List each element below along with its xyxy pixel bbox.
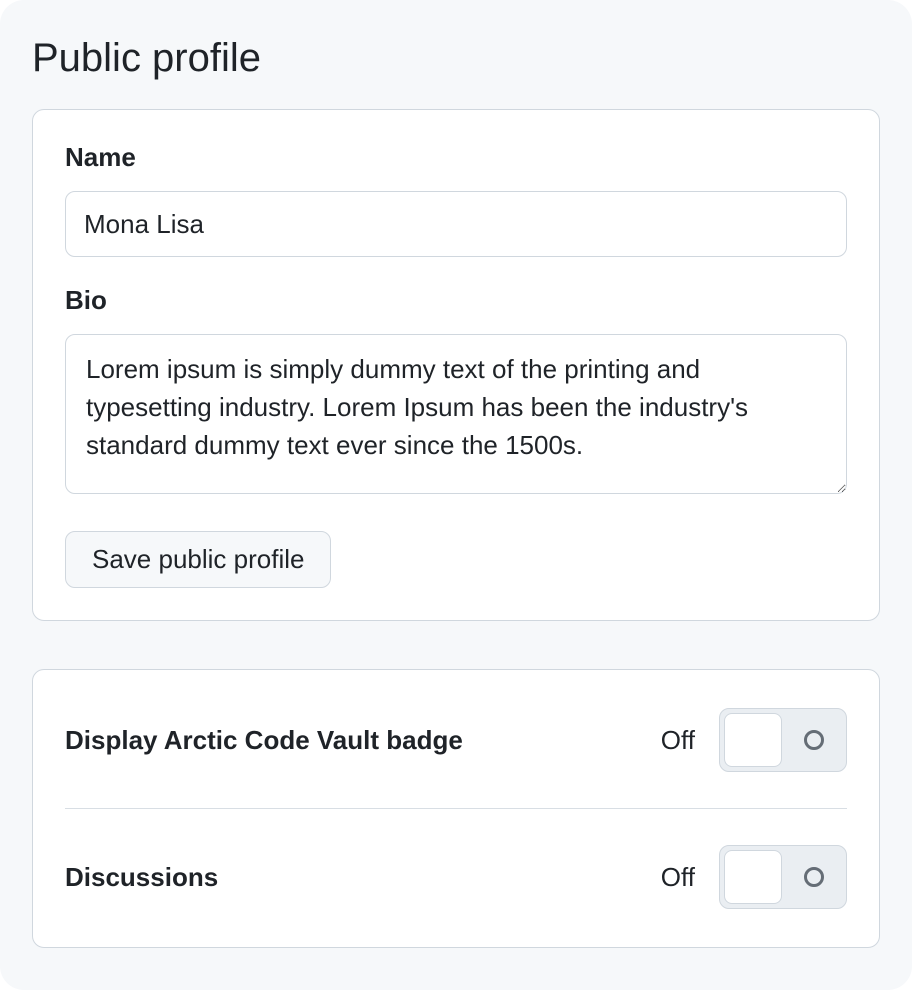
profile-form-panel: Name Bio Save public profile — [32, 109, 880, 621]
toggle-off-icon — [804, 730, 824, 750]
arctic-badge-row: Display Arctic Code Vault badge Off — [65, 702, 847, 778]
discussions-controls: Off — [661, 845, 847, 909]
arctic-badge-status: Off — [661, 725, 695, 756]
arctic-badge-controls: Off — [661, 708, 847, 772]
divider — [65, 808, 847, 809]
discussions-toggle[interactable] — [719, 845, 847, 909]
arctic-badge-label: Display Arctic Code Vault badge — [65, 725, 463, 756]
save-profile-button[interactable]: Save public profile — [65, 531, 331, 588]
bio-label: Bio — [65, 285, 847, 316]
bio-textarea[interactable] — [65, 334, 847, 494]
discussions-row: Discussions Off — [65, 839, 847, 915]
bio-field-group: Bio — [65, 285, 847, 499]
toggles-panel: Display Arctic Code Vault badge Off Disc… — [32, 669, 880, 948]
discussions-status: Off — [661, 862, 695, 893]
name-label: Name — [65, 142, 847, 173]
arctic-badge-toggle[interactable] — [719, 708, 847, 772]
toggle-thumb — [724, 850, 782, 904]
settings-page: Public profile Name Bio Save public prof… — [0, 0, 912, 990]
page-title: Public profile — [32, 36, 880, 81]
discussions-label: Discussions — [65, 862, 218, 893]
name-input[interactable] — [65, 191, 847, 257]
toggle-off-icon — [804, 867, 824, 887]
name-field-group: Name — [65, 142, 847, 257]
toggle-thumb — [724, 713, 782, 767]
